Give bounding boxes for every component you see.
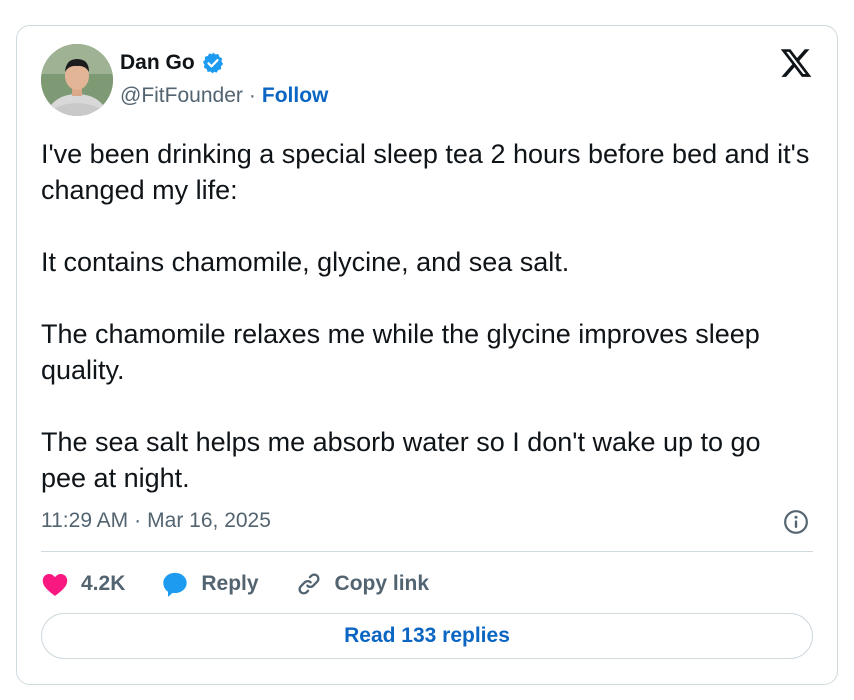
handle-separator: · — [248, 84, 256, 107]
like-button[interactable]: 4.2K — [41, 571, 125, 597]
read-replies-button[interactable]: Read 133 replies — [41, 613, 813, 659]
author-handle-row: @FitFounder · Follow — [120, 84, 328, 108]
tweet-paragraph: The chamomile relaxes me while the glyci… — [41, 319, 760, 385]
tweet-paragraph: The sea salt helps me absorb water so I … — [41, 427, 761, 493]
copy-link-label: Copy link — [334, 572, 430, 595]
tweet-date: Mar 16, 2025 — [147, 509, 271, 532]
x-logo-icon[interactable] — [779, 46, 813, 80]
author-handle[interactable]: @FitFounder — [120, 84, 243, 108]
verified-badge-icon — [201, 51, 225, 75]
like-count: 4.2K — [81, 572, 126, 595]
avatar-image — [41, 44, 113, 116]
tweet-card: Dan Go @FitFounder · Follow I've been dr… — [16, 25, 838, 685]
copy-link-button[interactable]: Copy link — [295, 570, 430, 598]
tweet-paragraph: It contains chamomile, glycine, and sea … — [41, 247, 570, 277]
avatar[interactable] — [41, 44, 113, 116]
author-name[interactable]: Dan Go — [120, 51, 195, 75]
author-name-row: Dan Go — [120, 51, 225, 75]
reply-label: Reply — [201, 572, 259, 595]
info-icon[interactable] — [783, 509, 809, 535]
tweet-time: 11:29 AM — [41, 509, 129, 532]
timestamp-separator: · — [134, 509, 142, 532]
speech-bubble-icon — [163, 572, 188, 597]
link-icon — [298, 573, 320, 595]
heart-icon — [42, 573, 68, 596]
tweet-paragraph: I've been drinking a special sleep tea 2… — [41, 139, 810, 205]
reply-button[interactable]: Reply — [161, 570, 259, 598]
divider — [41, 551, 813, 552]
read-replies-label: Read 133 replies — [344, 624, 510, 647]
tweet-text: I've been drinking a special sleep tea 2… — [41, 136, 811, 496]
action-bar: 4.2K Reply Copy link — [41, 566, 465, 602]
follow-button[interactable]: Follow — [262, 84, 329, 108]
tweet-timestamp[interactable]: 11:29 AM · Mar 16, 2025 — [41, 509, 271, 533]
